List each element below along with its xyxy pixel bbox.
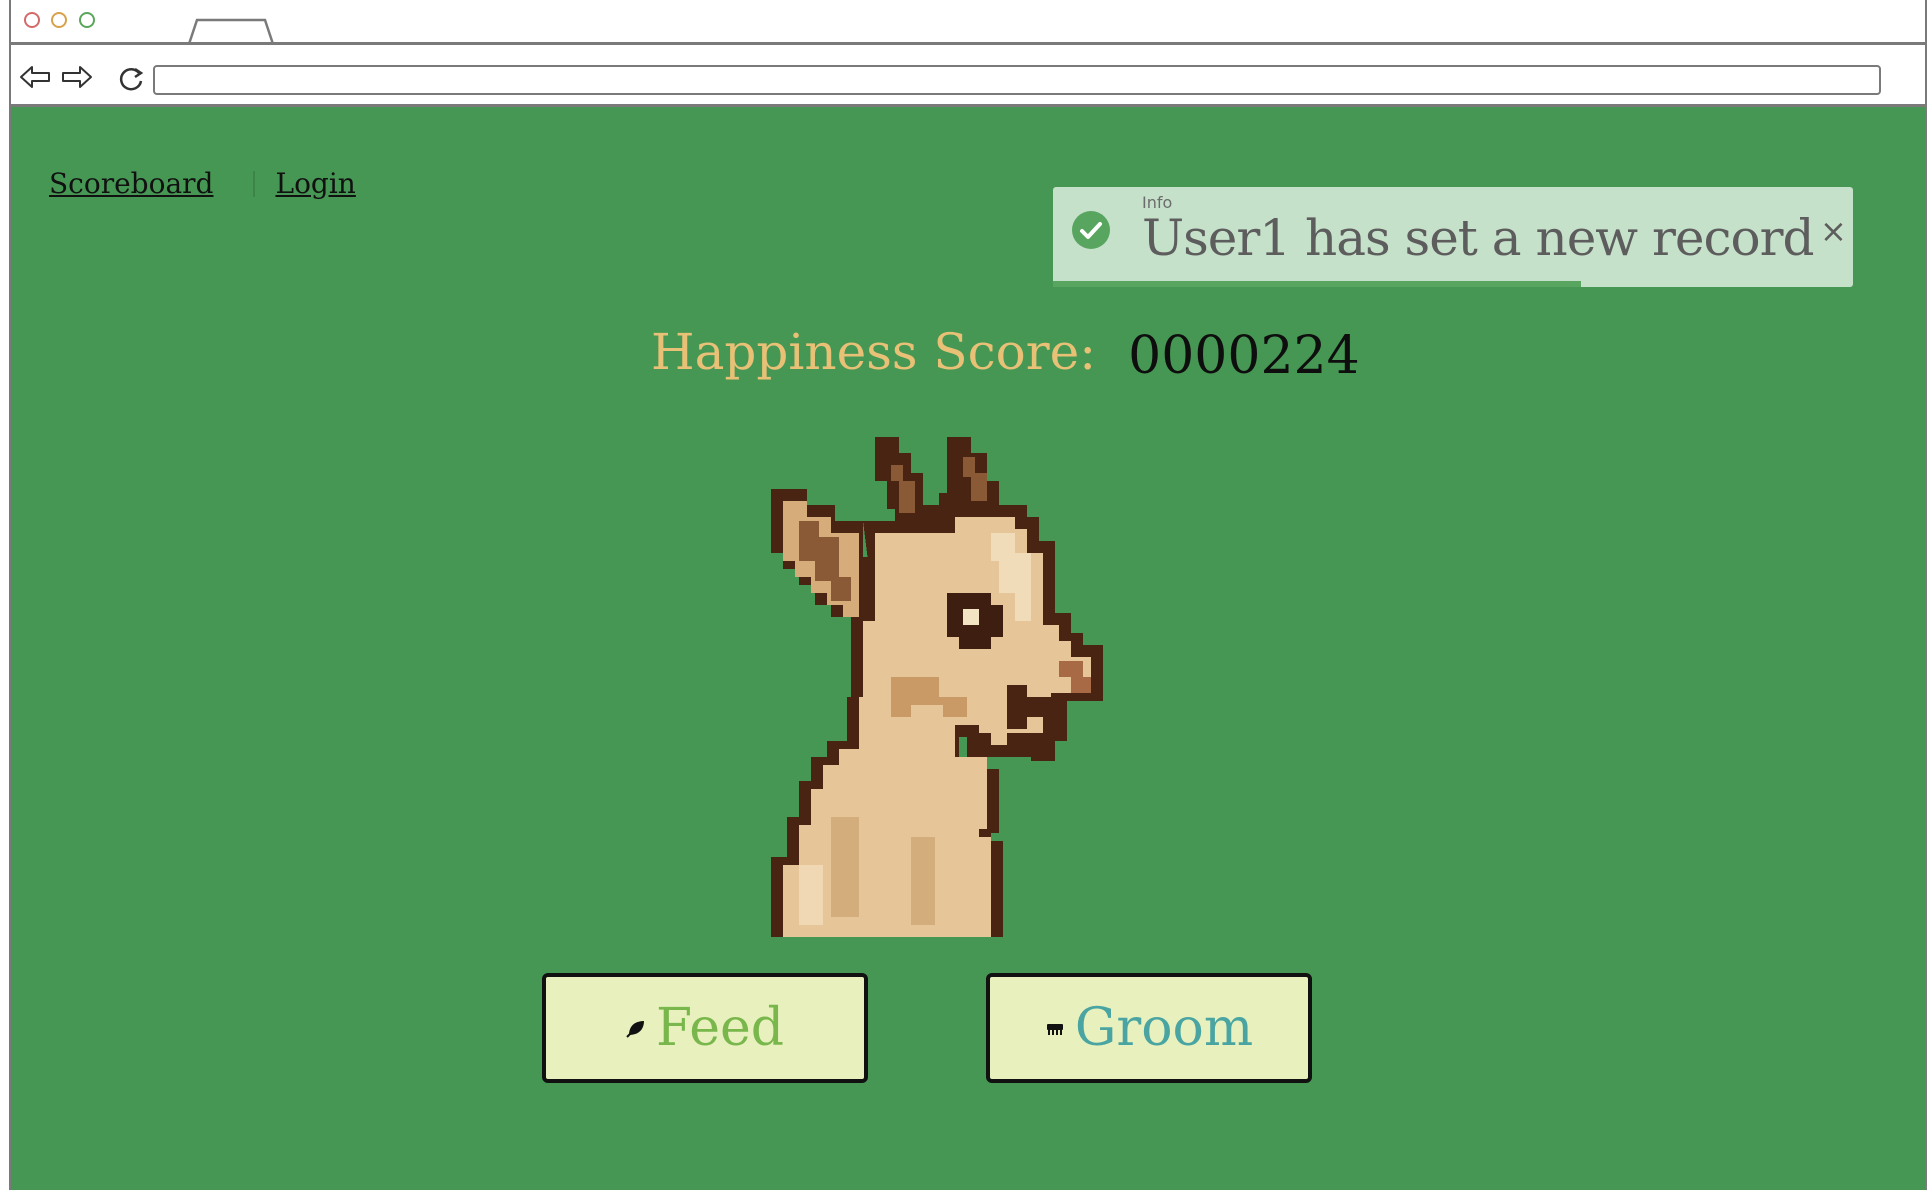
info-toast: Info User1 has set a new record ×: [1053, 187, 1853, 287]
toast-progress-bar: [1053, 281, 1581, 287]
check-circle-icon: [1072, 211, 1110, 249]
brush-icon: [1046, 1024, 1063, 1035]
reload-icon[interactable]: [115, 63, 147, 95]
maximize-window-button[interactable]: [79, 12, 95, 28]
happiness-score: Happiness Score: 0000224: [651, 322, 1360, 386]
page-content: Scoreboard Login Info User1 has set a ne…: [11, 107, 1925, 1190]
score-value: 0000224: [1128, 326, 1360, 386]
groom-button[interactable]: Groom: [986, 973, 1312, 1083]
feed-label: Feed: [655, 998, 785, 1058]
top-navigation: Scoreboard Login: [49, 167, 356, 200]
groom-label: Groom: [1074, 998, 1254, 1058]
address-bar[interactable]: [153, 65, 1881, 95]
browser-tab[interactable]: [181, 18, 281, 44]
feed-button[interactable]: Feed: [542, 973, 868, 1083]
score-label: Happiness Score:: [651, 323, 1097, 381]
toast-progress-track: [1053, 281, 1853, 287]
browser-toolbar: [11, 45, 1925, 107]
back-arrow-icon[interactable]: [17, 63, 53, 91]
leaf-icon: [626, 1021, 644, 1038]
scoreboard-link[interactable]: Scoreboard: [49, 167, 213, 200]
forward-arrow-icon[interactable]: [59, 63, 95, 91]
minimize-window-button[interactable]: [51, 12, 67, 28]
toast-close-button[interactable]: ×: [1820, 215, 1847, 247]
browser-window: Scoreboard Login Info User1 has set a ne…: [9, 0, 1927, 1190]
close-window-button[interactable]: [24, 12, 40, 28]
title-bar: [11, 0, 1925, 44]
goat-image: [771, 437, 1103, 937]
login-link[interactable]: Login: [275, 167, 355, 200]
nav-separator: [253, 170, 256, 197]
toast-message: User1 has set a new record: [1142, 209, 1814, 267]
